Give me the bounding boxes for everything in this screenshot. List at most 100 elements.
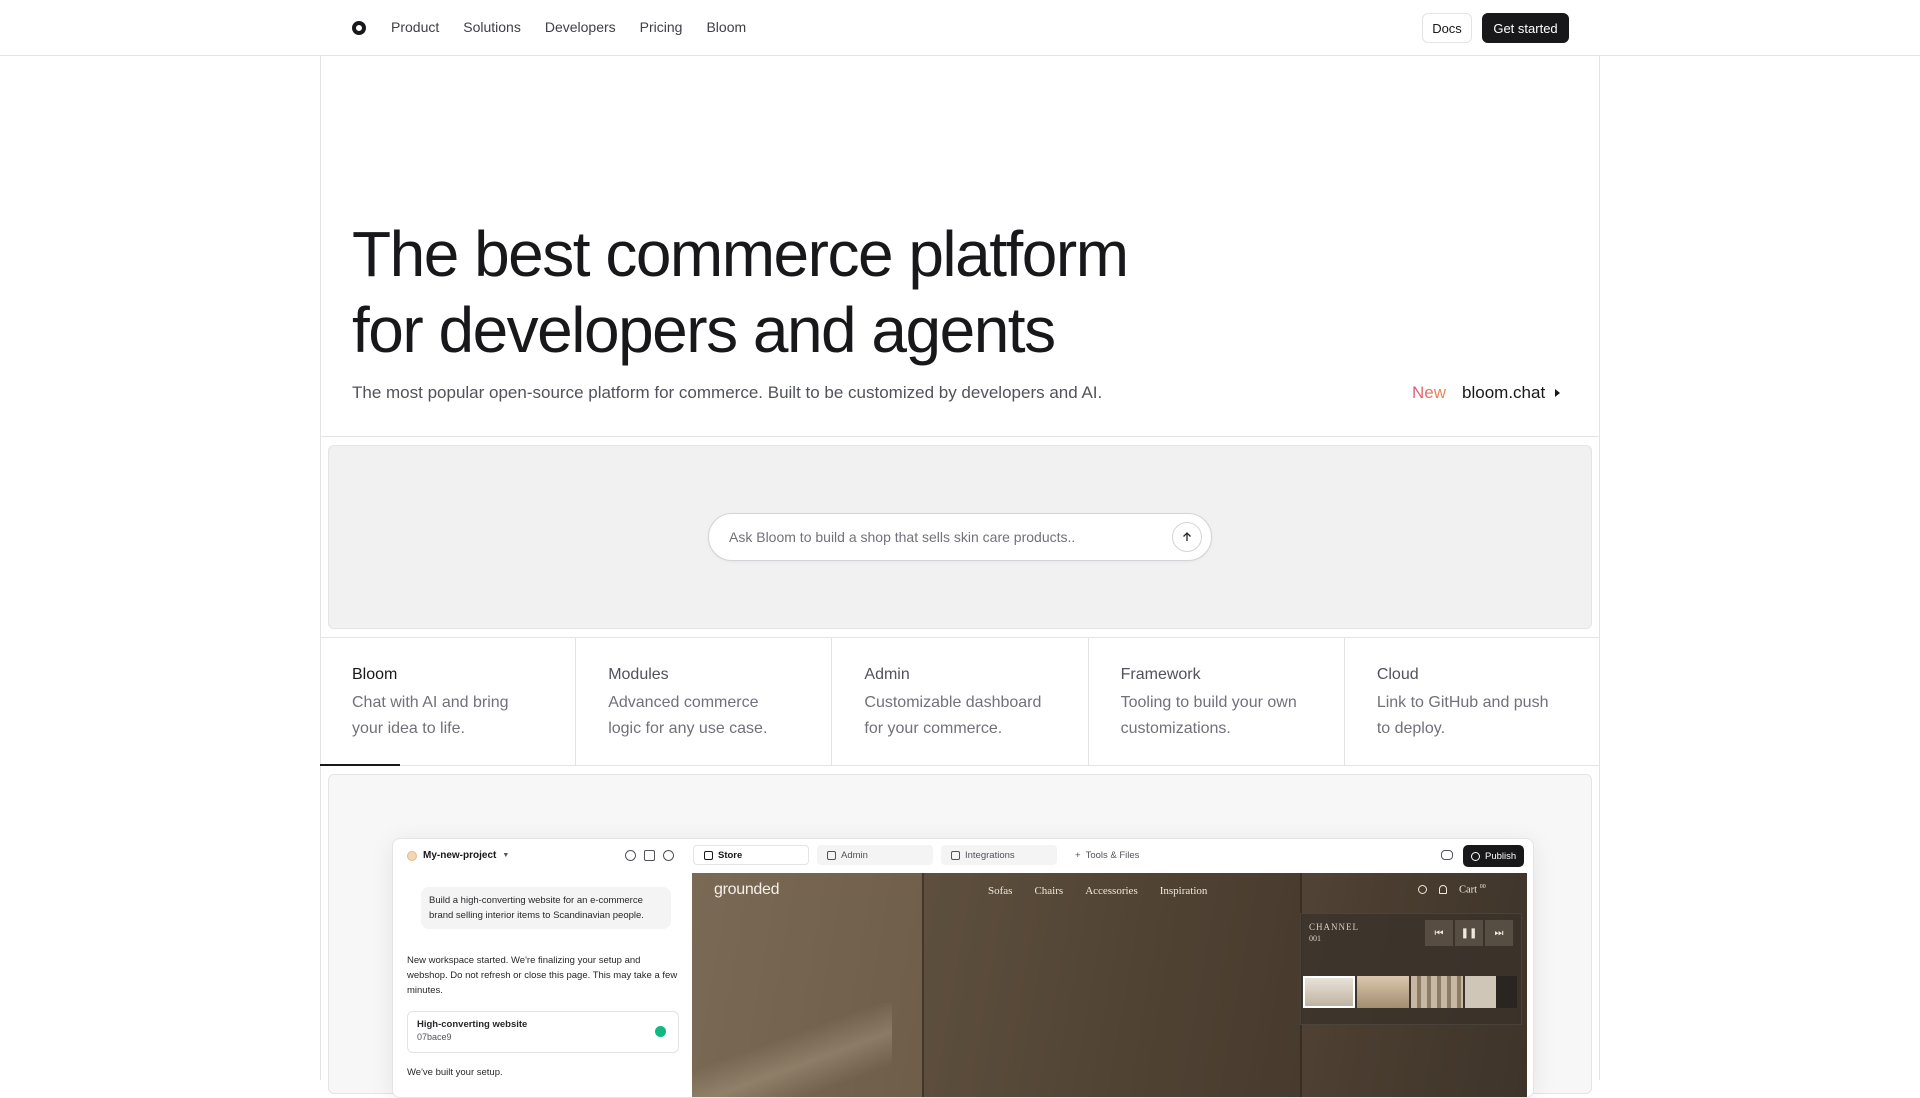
- new-announcement-link[interactable]: New bloom.chat: [1412, 383, 1561, 403]
- logo-icon[interactable]: [352, 21, 366, 35]
- store-preview: grounded Sofas Chairs Accessories Inspir…: [692, 873, 1527, 1097]
- thumbnail[interactable]: [1411, 976, 1463, 1008]
- top-nav: Product Solutions Developers Pricing Blo…: [0, 0, 1920, 56]
- docs-button[interactable]: Docs: [1422, 13, 1472, 43]
- store-nav-sofas[interactable]: Sofas: [988, 885, 1012, 897]
- tab-desc-line1: Link to GitHub and push: [1376, 694, 1549, 711]
- help-icon[interactable]: [663, 850, 674, 861]
- check-icon: [655, 1026, 666, 1037]
- hero-title-line1: The best commerce platform: [352, 218, 1129, 290]
- next-icon[interactable]: ⏭: [1485, 920, 1513, 946]
- tab-desc-line2: for your commerce.: [864, 720, 1003, 737]
- cart-count: 00: [1479, 884, 1486, 890]
- lock-icon: [704, 850, 713, 860]
- thumbnail[interactable]: [1465, 976, 1517, 1008]
- app-tab-label: Store: [718, 849, 743, 861]
- frame-border-right: [1599, 56, 1600, 1080]
- publish-button[interactable]: Publish: [1463, 845, 1525, 867]
- nav-links: Product Solutions Developers Pricing Blo…: [391, 19, 746, 35]
- nav-link-pricing[interactable]: Pricing: [640, 19, 683, 35]
- project-selector[interactable]: My-new-project ▼: [407, 850, 509, 861]
- feature-tabs: Bloom Chat with AI and bring your idea to…: [320, 638, 1600, 766]
- app-tab-integrations[interactable]: Integrations: [941, 845, 1057, 865]
- comment-icon[interactable]: [644, 850, 655, 861]
- tab-desc: Link to GitHub and push to deploy.: [1377, 690, 1568, 742]
- tab-desc-line1: Chat with AI and bring: [352, 694, 509, 711]
- tab-desc-line1: Customizable dashboard: [864, 694, 1042, 711]
- version-card[interactable]: High-converting website 07bace9: [407, 1011, 679, 1053]
- channel-player: CHANNEL 001 ⏮ ❚❚ ⏭: [1300, 913, 1522, 1025]
- app-tab-tools[interactable]: + Tools & Files: [1065, 845, 1149, 865]
- send-button[interactable]: [1172, 522, 1202, 552]
- app-preview: My-new-project ▼ Build a high-converting…: [392, 838, 1534, 1098]
- link-icon: [951, 850, 960, 860]
- get-started-button[interactable]: Get started: [1482, 13, 1569, 43]
- nav-link-bloom[interactable]: Bloom: [706, 19, 746, 35]
- app-tab-store[interactable]: Store: [693, 845, 809, 865]
- thumbnail[interactable]: [1357, 976, 1409, 1008]
- tab-title: Admin: [864, 666, 910, 683]
- assistant-message: We've built your setup.: [407, 1067, 503, 1078]
- hero-subtitle: The most popular open-source platform fo…: [352, 383, 1103, 402]
- tab-desc-line2: your idea to life.: [352, 720, 465, 737]
- store-nav-accessories[interactable]: Accessories: [1085, 885, 1138, 897]
- tab-bloom[interactable]: Bloom Chat with AI and bring your idea to…: [320, 638, 577, 766]
- active-tab-indicator: [320, 764, 400, 766]
- hero-title-line2: for developers and agents: [352, 294, 1056, 366]
- channel-number: 001: [1309, 934, 1321, 943]
- store-nav-inspiration[interactable]: Inspiration: [1160, 885, 1208, 897]
- tab-desc: Chat with AI and bring your idea to life.: [352, 690, 543, 742]
- store-brand[interactable]: grounded: [714, 881, 780, 899]
- thumbnail-strip: [1303, 976, 1517, 1008]
- channel-label: CHANNEL: [1309, 922, 1359, 932]
- history-icon[interactable]: [625, 850, 636, 861]
- tab-admin[interactable]: Admin Customizable dashboard for your com…: [832, 638, 1089, 765]
- plus-icon: +: [1075, 849, 1081, 861]
- tab-desc-line2: customizations.: [1120, 720, 1231, 737]
- nav-link-solutions[interactable]: Solutions: [463, 19, 521, 35]
- assistant-message: New workspace started. We're finalizing …: [407, 955, 678, 996]
- app-tab-label: Integrations: [965, 849, 1015, 861]
- chevron-down-icon: ▼: [502, 852, 510, 859]
- app-tabs: Store Admin Integrations + Tools & Files: [693, 845, 1149, 865]
- nav-link-developers[interactable]: Developers: [545, 19, 616, 35]
- version-card-hash: 07bace9: [417, 1032, 452, 1042]
- store-light: [692, 1003, 892, 1097]
- user-icon[interactable]: [1439, 885, 1447, 895]
- divider: [320, 436, 1600, 437]
- search-icon[interactable]: [1418, 885, 1427, 895]
- prompt-input[interactable]: Ask Bloom to build a shop that sells ski…: [708, 513, 1212, 561]
- prompt-placeholder: Ask Bloom to build a shop that sells ski…: [729, 529, 1076, 545]
- store-hero-image: [922, 873, 1302, 1097]
- tab-desc: Tooling to build your own customizations.: [1121, 690, 1312, 742]
- nav-link-product[interactable]: Product: [391, 19, 439, 35]
- tab-desc: Advanced commerce logic for any use case.: [608, 690, 799, 742]
- store-nav-chairs[interactable]: Chairs: [1034, 885, 1063, 897]
- tab-title: Framework: [1120, 666, 1201, 683]
- window-icon: [827, 850, 836, 860]
- tab-desc-line1: Tooling to build your own: [1120, 694, 1297, 711]
- chat-panel: My-new-project ▼ Build a high-converting…: [393, 839, 693, 1097]
- chat-toolbar: [625, 850, 674, 861]
- store-nav: Sofas Chairs Accessories Inspiration: [988, 885, 1207, 897]
- app-tab-label: Tools & Files: [1085, 849, 1140, 861]
- tab-cloud[interactable]: Cloud Link to GitHub and push to deploy.: [1345, 638, 1600, 765]
- tab-modules[interactable]: Modules Advanced commerce logic for any u…: [576, 638, 833, 765]
- tab-title: Bloom: [352, 666, 398, 683]
- tab-desc-line2: to deploy.: [1376, 720, 1446, 737]
- app-tab-admin[interactable]: Admin: [817, 845, 933, 865]
- cart-link[interactable]: Cart 00: [1459, 884, 1486, 896]
- thumbnail[interactable]: [1303, 976, 1355, 1008]
- store-actions: Cart 00: [1418, 884, 1486, 896]
- frame-border-left: [320, 56, 321, 1080]
- cart-label: Cart: [1459, 884, 1478, 896]
- project-avatar-icon: [407, 850, 417, 861]
- pause-icon[interactable]: ❚❚: [1455, 920, 1483, 946]
- globe-icon: [1471, 851, 1480, 861]
- previous-icon[interactable]: ⏮: [1425, 920, 1453, 946]
- new-link-text[interactable]: bloom.chat: [1462, 383, 1545, 403]
- share-link-icon[interactable]: [1441, 850, 1453, 860]
- tab-framework[interactable]: Framework Tooling to build your own custo…: [1089, 638, 1345, 765]
- tab-desc: Customizable dashboard for your commerce.: [864, 690, 1055, 742]
- tab-title: Modules: [608, 666, 669, 683]
